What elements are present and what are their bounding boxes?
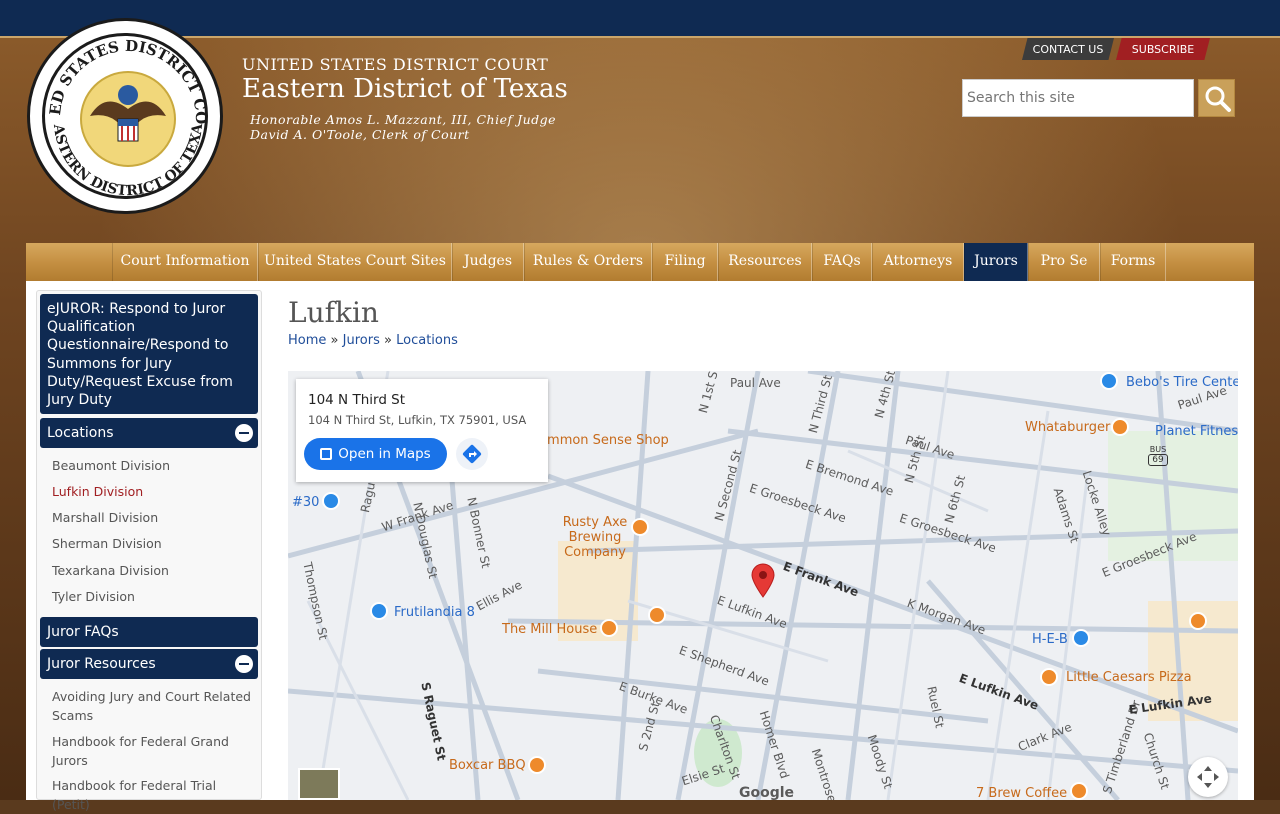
poi-bebos-tire[interactable]: Bebo's Tire Center	[1126, 375, 1238, 390]
sidebar-item-grand-jurors[interactable]: Handbook for Federal Grand Jurors	[52, 733, 252, 770]
poi-boxcar-bbq[interactable]: Boxcar BBQ	[449, 758, 526, 773]
court-seal-logo[interactable]: UNITED STATES DISTRICT COURT EASTERN DIS…	[27, 18, 223, 214]
search-icon	[1205, 86, 1231, 112]
search-input[interactable]	[962, 79, 1194, 117]
locations-title: Locations	[47, 425, 114, 441]
poi-little-caesars[interactable]: Little Caesars Pizza	[1066, 670, 1192, 685]
juror-resources-toggle[interactable]: Juror Resources	[40, 649, 258, 679]
directions-button[interactable]	[456, 438, 488, 470]
collapse-icon[interactable]	[235, 424, 253, 442]
nav-filing[interactable]: Filing	[652, 243, 718, 281]
coffee-pin-icon[interactable]	[1070, 782, 1088, 800]
directions-icon	[462, 444, 482, 464]
external-link-icon	[320, 448, 333, 460]
breadcrumb: Home » Jurors » Locations	[288, 333, 458, 348]
map-info-card: 104 N Third St 104 N Third St, Lufkin, T…	[296, 379, 548, 482]
juror-faqs-link[interactable]: Juror FAQs	[40, 617, 258, 647]
sidebar-item-petit-jurors[interactable]: Handbook for Federal Trial (Petit)	[52, 777, 252, 814]
search-button[interactable]	[1198, 79, 1235, 117]
move-arrows-icon	[1197, 766, 1219, 788]
officials: Honorable Amos L. Mazzant, III, Chief Ju…	[250, 112, 556, 142]
judge-line: Honorable Amos L. Mazzant, III, Chief Ju…	[250, 112, 557, 127]
breadcrumb-jurors[interactable]: Jurors	[343, 333, 380, 348]
district-name[interactable]: Eastern District of Texas	[242, 74, 568, 104]
restaurant-pin-icon[interactable]	[1189, 612, 1207, 630]
sidebar-item-lufkin[interactable]: Lufkin Division	[52, 483, 252, 502]
breadcrumb-locations[interactable]: Locations	[396, 333, 458, 348]
poi-whataburger[interactable]: Whataburger	[1025, 420, 1110, 435]
ejuror-link[interactable]: eJUROR: Respond to Juror Qualification Q…	[40, 294, 258, 414]
poi-heb[interactable]: H-E-B	[1032, 632, 1068, 647]
nav-court-sites[interactable]: United States Court Sites	[258, 243, 452, 281]
street-paul-ave: Paul Ave	[730, 376, 781, 390]
restaurant-pin-icon[interactable]	[1040, 668, 1058, 686]
highway-shield-icon: BUS 69	[1148, 445, 1168, 466]
nav-faqs[interactable]: FAQs	[812, 243, 872, 281]
contact-us-link[interactable]: CONTACT US	[1022, 38, 1114, 60]
store-pin-icon[interactable]	[1072, 629, 1090, 647]
nav-pro-se[interactable]: Pro Se	[1028, 243, 1100, 281]
nav-rules-orders[interactable]: Rules & Orders	[524, 243, 652, 281]
poi-30[interactable]: #30	[292, 495, 319, 510]
nav-attorneys[interactable]: Attorneys	[872, 243, 964, 281]
google-logo: Google	[739, 785, 795, 801]
clerk-line: David A. O'Toole, Clerk of Court	[250, 127, 470, 142]
location-marker-icon[interactable]	[750, 562, 776, 598]
brewery-pin-icon[interactable]	[631, 518, 649, 536]
map-card-address: 104 N Third St, Lufkin, TX 75901, USA	[308, 413, 527, 427]
nav-resources[interactable]: Resources	[718, 243, 812, 281]
map-fullscreen-button[interactable]	[1188, 757, 1228, 797]
restaurant-pin-icon[interactable]	[648, 606, 666, 624]
nav-judges[interactable]: Judges	[452, 243, 524, 281]
open-in-maps-button[interactable]: Open in Maps	[304, 438, 447, 470]
store-pin-icon[interactable]	[370, 602, 388, 620]
tire-center-pin-icon[interactable]	[1100, 372, 1118, 390]
poi-common-sense-shop[interactable]: Common Sense Shop	[530, 433, 669, 448]
restaurant-pin-icon[interactable]	[528, 756, 546, 774]
collapse-icon[interactable]	[235, 655, 253, 673]
sidebar-item-texarkana[interactable]: Texarkana Division	[52, 562, 252, 581]
restaurant-pin-icon[interactable]	[600, 619, 618, 637]
subscribe-link[interactable]: SUBSCRIBE	[1116, 38, 1210, 60]
sidebar-item-scams[interactable]: Avoiding Jury and Court Related Scams	[52, 688, 252, 725]
sidebar-item-beaumont[interactable]: Beaumont Division	[52, 457, 252, 476]
main-nav: Court Information United States Court Si…	[26, 243, 1254, 281]
sidebar-item-sherman[interactable]: Sherman Division	[52, 535, 252, 554]
map-card-title: 104 N Third St	[308, 392, 406, 408]
sidebar-item-marshall[interactable]: Marshall Division	[52, 509, 252, 528]
page-title: Lufkin	[288, 296, 379, 329]
store-pin-icon[interactable]	[322, 492, 340, 510]
restaurant-pin-icon[interactable]	[1111, 418, 1129, 436]
juror-resources-title: Juror Resources	[47, 656, 156, 672]
poi-7-brew[interactable]: 7 Brew Coffee	[976, 786, 1067, 800]
nav-forms[interactable]: Forms	[1100, 243, 1166, 281]
poi-frutilandia[interactable]: Frutilandia 8	[394, 605, 475, 620]
nav-court-information[interactable]: Court Information	[112, 243, 258, 281]
sidebar-item-tyler[interactable]: Tyler Division	[52, 588, 252, 607]
satellite-toggle-thumbnail[interactable]	[298, 768, 340, 800]
poi-planet-fitness[interactable]: Planet Fitness	[1155, 424, 1238, 439]
nav-jurors[interactable]: Jurors	[964, 243, 1028, 281]
locations-toggle[interactable]: Locations	[40, 418, 258, 448]
poi-the-mill-house[interactable]: The Mill House	[502, 622, 597, 637]
breadcrumb-home[interactable]: Home	[288, 333, 326, 348]
court-label: UNITED STATES DISTRICT COURT	[242, 55, 549, 74]
